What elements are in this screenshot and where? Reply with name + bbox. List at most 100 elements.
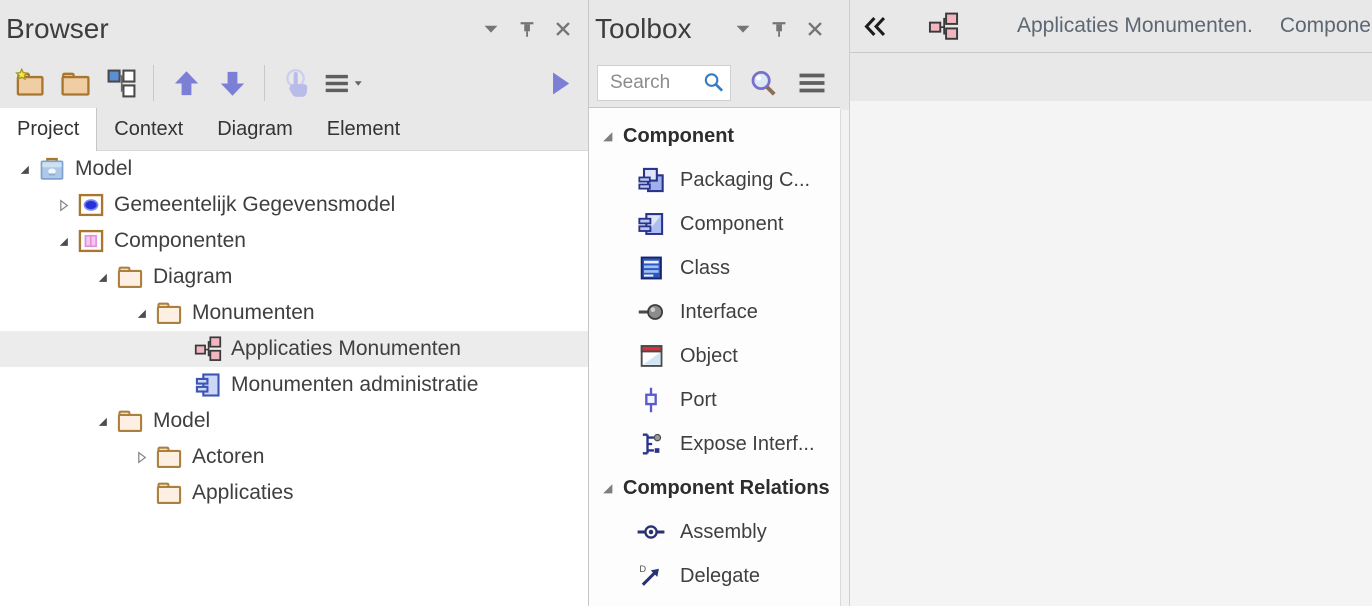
tree-item-label: Applicaties Monumenten: [231, 337, 461, 361]
tab-element[interactable]: Element: [310, 108, 417, 150]
port-icon: [637, 386, 665, 414]
chevron-down-button[interactable]: [730, 16, 756, 42]
expand-toggle-icon[interactable]: [51, 199, 75, 212]
close-icon: [804, 18, 826, 40]
tree-item-gemeentelijk-gegevensmodel[interactable]: Gemeentelijk Gegevensmodel: [0, 187, 588, 223]
tree-item-diagram[interactable]: Diagram: [0, 259, 588, 295]
tab-diagram[interactable]: Diagram: [200, 108, 310, 150]
hamburger-menu-large-icon: [797, 68, 827, 98]
tree-item-applicaties-monumenten[interactable]: Applicaties Monumenten: [0, 331, 588, 367]
diagram-tab-secondary[interactable]: Component: [1280, 14, 1372, 38]
chevron-down-button[interactable]: [478, 16, 504, 42]
diagram-canvas[interactable]: [850, 101, 1372, 606]
twist-section-icon: [601, 130, 614, 143]
tree-item-label: Model: [75, 157, 132, 181]
expand-toggle-icon[interactable]: [12, 163, 36, 176]
tree-item-monumenten[interactable]: Monumenten: [0, 295, 588, 331]
interface-icon: [637, 298, 665, 326]
tree-item-label: Actoren: [192, 445, 264, 469]
toolbox-section-component-relations[interactable]: Component Relations: [589, 466, 840, 510]
toolbox-item-assembly[interactable]: Assembly: [589, 510, 840, 554]
close-button[interactable]: [802, 16, 828, 42]
toolbox-item-label: Port: [680, 389, 717, 412]
toolbox-panel-header: Toolbox: [589, 0, 840, 58]
component-large-icon: [637, 210, 665, 238]
browser-toolbar: [0, 58, 588, 108]
magnifier-icon: [748, 68, 778, 98]
toolbox-item-class[interactable]: Class: [589, 246, 840, 290]
arrow-up-button[interactable]: [165, 62, 207, 104]
toolbox-item-object[interactable]: Object: [589, 334, 840, 378]
tree-item-model[interactable]: Model: [0, 151, 588, 187]
toolbox-item-packaging-c-[interactable]: Packaging C...: [589, 158, 840, 202]
tree-item-label: Model: [153, 409, 210, 433]
search-icon: [702, 71, 725, 94]
toolbox-item-expose-interf-[interactable]: Expose Interf...: [589, 422, 840, 466]
toolbox-section-label: Component Relations: [623, 477, 830, 500]
pin-icon: [516, 18, 538, 40]
magnifier-large-icon: [748, 68, 778, 98]
expand-toggle-icon[interactable]: [90, 271, 114, 284]
folder-tree-icon: [116, 407, 144, 435]
toolbox-item-component[interactable]: Component: [589, 202, 840, 246]
twist-open-icon: [96, 415, 109, 428]
toolbox-search-input[interactable]: [608, 71, 702, 95]
tree-item-label: Applicaties: [192, 481, 294, 505]
tree-item-componenten[interactable]: Componenten: [0, 223, 588, 259]
pin-button[interactable]: [766, 16, 792, 42]
toolbox-menu-button[interactable]: [792, 62, 833, 104]
arrow-down-button[interactable]: [211, 62, 253, 104]
project-tree: Model Gemeentelijk Gegevensmodel Component…: [0, 151, 588, 606]
new-package-button[interactable]: [8, 62, 50, 104]
tab-label: Diagram: [217, 118, 293, 141]
pin-button[interactable]: [514, 16, 540, 42]
tree-item-label: Componenten: [114, 229, 246, 253]
toolbox-item-label: Object: [680, 345, 738, 368]
packaging-component-icon: [637, 166, 665, 194]
toolbox-find-button[interactable]: [743, 62, 784, 104]
expand-toggle-icon[interactable]: [129, 451, 153, 464]
tab-project[interactable]: Project: [0, 108, 97, 151]
arrow-up-icon: [171, 68, 202, 99]
expose-interface-icon: [637, 430, 665, 458]
expand-toggle-icon[interactable]: [51, 235, 75, 248]
svg-text:D: D: [639, 564, 646, 574]
close-button[interactable]: [550, 16, 576, 42]
toolbox-item-port[interactable]: Port: [589, 378, 840, 422]
tree-item-applicaties[interactable]: Applicaties: [0, 475, 588, 511]
tab-scroll-left-button[interactable]: [862, 11, 889, 41]
toolbox-item-delegate[interactable]: DDelegate: [589, 554, 840, 598]
search-icon: [702, 71, 725, 94]
tab-label: Project: [17, 118, 79, 141]
model-root-icon: [38, 155, 66, 183]
twist-open-icon: [57, 235, 70, 248]
tab-context[interactable]: Context: [97, 108, 200, 150]
toolbox-search-box[interactable]: [597, 65, 731, 101]
diagram-tab[interactable]: Applicaties Monumenten.: [889, 11, 1253, 41]
expand-toggle-icon[interactable]: [129, 307, 153, 320]
tree-item-monumenten-administratie[interactable]: Monumenten administratie: [0, 367, 588, 403]
twist-open-icon: [18, 163, 31, 176]
expand-toggle-icon[interactable]: [90, 415, 114, 428]
toolbox-item-interface[interactable]: Interface: [589, 290, 840, 334]
toolbar-separator: [264, 65, 265, 101]
component-icon: [194, 371, 222, 399]
chevron-down-icon: [480, 18, 502, 40]
toolbox-panel: Toolbox ComponentPackaging C...Component…: [589, 0, 840, 606]
toolbox-section-component[interactable]: Component: [589, 114, 840, 158]
diagram-toolbar-strip: [850, 53, 1372, 102]
folder-tree-icon: [155, 443, 183, 471]
tab-label: Element: [327, 118, 400, 141]
play-arrow-button[interactable]: [538, 62, 580, 104]
model-structure-button[interactable]: [100, 62, 142, 104]
toolbox-item-label: Component: [680, 213, 783, 236]
new-package-icon: [14, 68, 45, 99]
hamburger-menu-button[interactable]: [322, 62, 364, 104]
browser-panel-header: Browser: [0, 0, 588, 58]
toolbox-item-label: Expose Interf...: [680, 433, 815, 456]
folder-button[interactable]: [54, 62, 96, 104]
toolbar-separator: [153, 65, 154, 101]
tree-item-actoren[interactable]: Actoren: [0, 439, 588, 475]
toolbox-item-label: Class: [680, 257, 730, 280]
tree-item-model[interactable]: Model: [0, 403, 588, 439]
